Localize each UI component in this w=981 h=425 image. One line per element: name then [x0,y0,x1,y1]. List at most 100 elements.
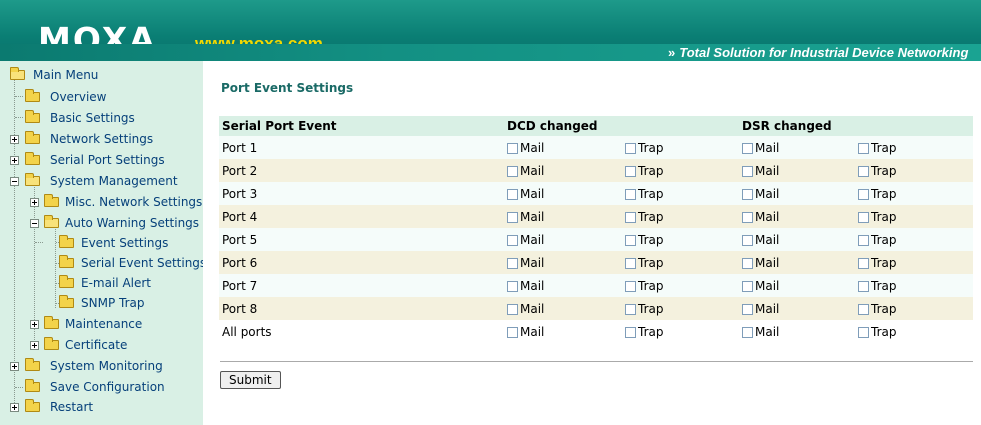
port-label: All ports [219,320,504,343]
checkbox-label: Trap [638,324,664,339]
folder-icon [25,379,40,392]
dsr-mail-checkbox[interactable] [742,257,753,269]
sidebar-item-label: Serial Event Settings [81,256,203,270]
collapse-minus-icon[interactable] [30,219,39,228]
dsr-mail-checkbox[interactable] [742,142,753,154]
dcd-mail-checkbox[interactable] [507,211,518,223]
dcd-trap-checkbox[interactable] [625,211,636,223]
dcd-mail-cell: Mail [504,297,622,320]
dcd-trap-checkbox[interactable] [625,165,636,177]
checkbox-label: Mail [755,232,780,247]
dsr-trap-checkbox[interactable] [858,234,869,246]
dcd-trap-checkbox[interactable] [625,303,636,315]
sidebar-item-label: Misc. Network Settings [65,195,203,209]
folder-icon [44,316,59,329]
dcd-mail-checkbox[interactable] [507,326,518,338]
dsr-trap-checkbox[interactable] [858,211,869,223]
sidebar-item-label: Auto Warning Settings [65,216,200,230]
collapse-minus-icon[interactable] [10,177,19,186]
expand-plus-icon[interactable] [30,320,39,329]
column-header: Serial Port Event [219,116,504,136]
tree-line [15,117,23,118]
dcd-mail-checkbox[interactable] [507,257,518,269]
dsr-trap-checkbox[interactable] [858,326,869,338]
checkbox-label: Mail [755,278,780,293]
folder-icon [25,173,40,186]
expand-plus-icon[interactable] [10,156,19,165]
folder-icon [25,110,40,123]
dcd-trap-checkbox[interactable] [625,234,636,246]
dcd-trap-checkbox[interactable] [625,326,636,338]
expand-plus-icon[interactable] [10,362,19,371]
dcd-mail-checkbox[interactable] [507,280,518,292]
table-row: Port 7 Mail Trap Mail Trap [219,274,974,297]
port-label: Port 3 [219,182,504,205]
dsr-mail-checkbox[interactable] [742,280,753,292]
folder-icon [59,275,74,288]
dcd-mail-cell: Mail [504,274,622,297]
dsr-mail-checkbox[interactable] [742,234,753,246]
dcd-mail-checkbox[interactable] [507,165,518,177]
dcd-trap-checkbox[interactable] [625,257,636,269]
dsr-trap-cell: Trap [855,274,974,297]
folder-icon [44,194,59,207]
checkbox-label: Trap [638,232,664,247]
port-label: Port 2 [219,159,504,182]
dsr-mail-cell: Mail [739,228,855,251]
dcd-trap-cell: Trap [622,251,739,274]
checkbox-label: Trap [871,301,897,316]
dcd-mail-cell: Mail [504,159,622,182]
checkbox-label: Mail [520,163,545,178]
checkbox-label: Mail [520,209,545,224]
divider [220,361,973,362]
folder-icon [59,235,74,248]
dsr-trap-cell: Trap [855,159,974,182]
dcd-mail-checkbox[interactable] [507,303,518,315]
dcd-trap-checkbox[interactable] [625,188,636,200]
dcd-trap-cell: Trap [622,159,739,182]
dcd-mail-checkbox[interactable] [507,234,518,246]
expand-plus-icon[interactable] [10,135,19,144]
folder-icon [44,215,59,228]
dsr-trap-checkbox[interactable] [858,257,869,269]
dsr-trap-checkbox[interactable] [858,142,869,154]
dcd-trap-checkbox[interactable] [625,280,636,292]
dsr-mail-checkbox[interactable] [742,303,753,315]
dcd-trap-checkbox[interactable] [625,142,636,154]
checkbox-label: Trap [638,255,664,270]
sidebar-menu: Main Menu Overview Basic Settings Networ… [0,61,203,425]
tagline-text: Total Solution for Industrial Device Net… [679,45,969,60]
expand-plus-icon[interactable] [30,341,39,350]
expand-plus-icon[interactable] [10,403,19,412]
dcd-mail-checkbox[interactable] [507,142,518,154]
expand-plus-icon[interactable] [30,198,39,207]
checkbox-label: Trap [638,163,664,178]
checkbox-label: Mail [520,278,545,293]
column-header: DCD changed [504,116,739,136]
dsr-mail-checkbox[interactable] [742,165,753,177]
dsr-mail-checkbox[interactable] [742,188,753,200]
table-row: Port 8 Mail Trap Mail Trap [219,297,974,320]
submit-button[interactable]: Submit [220,371,281,389]
dsr-mail-checkbox[interactable] [742,211,753,223]
folder-icon [10,67,25,80]
checkbox-label: Mail [520,232,545,247]
folder-icon [25,131,40,144]
dsr-trap-checkbox[interactable] [858,303,869,315]
dsr-trap-checkbox[interactable] [858,165,869,177]
sidebar-item-label: Restart [50,400,94,414]
sidebar-item-label: Network Settings [50,132,154,146]
checkbox-label: Mail [755,255,780,270]
double-chevron-icon: » [668,45,676,60]
table-row: Port 5 Mail Trap Mail Trap [219,228,974,251]
checkbox-label: Trap [871,209,897,224]
dsr-mail-cell: Mail [739,205,855,228]
dsr-trap-cell: Trap [855,182,974,205]
sidebar-item-label: Basic Settings [50,111,135,125]
dsr-trap-checkbox[interactable] [858,188,869,200]
dcd-mail-cell: Mail [504,251,622,274]
dsr-mail-checkbox[interactable] [742,326,753,338]
dcd-mail-checkbox[interactable] [507,188,518,200]
header-banner: MOXA www.moxa.com »Total Solution for In… [0,0,981,61]
dsr-trap-checkbox[interactable] [858,280,869,292]
